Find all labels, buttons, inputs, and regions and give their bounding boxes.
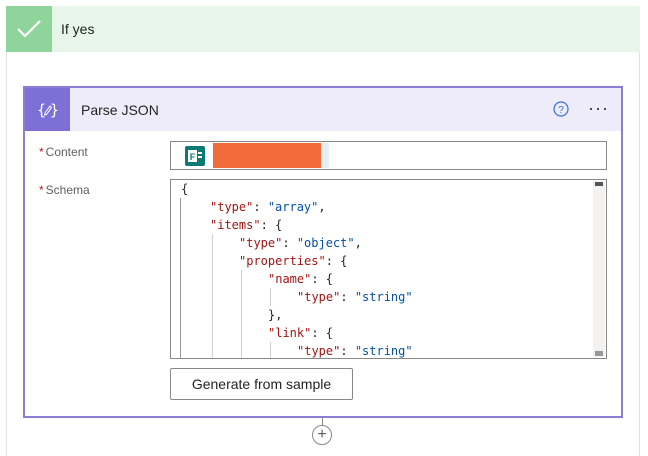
branch-label: If yes: [61, 21, 95, 37]
code-token: "object": [296, 236, 355, 250]
svg-text:}: }: [50, 101, 59, 119]
code-token: "type": [239, 236, 283, 250]
indent-guide: [212, 306, 213, 324]
redacted-token[interactable]: [213, 143, 321, 168]
code-line[interactable]: "properties": {: [171, 252, 413, 270]
code-text: "type": "object",: [239, 236, 362, 250]
schema-editor[interactable]: {"type": "array", "items": {"type": "obje…: [170, 179, 607, 359]
schema-label-text: Schema: [45, 183, 90, 197]
scrollbar-resize-handle[interactable]: [595, 351, 603, 356]
code-token: "type": [210, 200, 254, 214]
code-text: "link": {: [268, 326, 333, 340]
code-token: "string": [354, 290, 413, 304]
code-text: "type": "string": [297, 290, 413, 304]
required-mark: *: [39, 145, 44, 159]
indent-guide: [270, 288, 271, 306]
indent-guide: [212, 324, 213, 342]
code-token: },: [268, 308, 283, 322]
required-mark: *: [39, 183, 44, 197]
check-icon: [6, 6, 52, 52]
indent-guide: [212, 252, 213, 270]
indent-guide: [241, 306, 242, 324]
code-token: {: [181, 182, 189, 196]
code-token: "string": [354, 344, 413, 358]
code-token: "items": [210, 218, 261, 232]
content-label-text: Content: [45, 145, 88, 159]
indent-guide: [212, 270, 213, 288]
add-step-icon[interactable]: +: [312, 425, 332, 445]
code-line[interactable]: "type": "string": [171, 342, 413, 358]
code-token: : {: [311, 326, 334, 340]
code-token: : {: [325, 254, 348, 268]
indent-guide: [241, 270, 242, 288]
code-token: : {: [260, 218, 283, 232]
code-token: :: [340, 290, 355, 304]
indent-guide: [212, 234, 213, 252]
code-token: ,: [354, 236, 362, 250]
code-token: : {: [311, 272, 334, 286]
code-text: "type": "array",: [210, 200, 326, 214]
code-line[interactable]: "type": "string": [171, 288, 413, 306]
scrollbar-thumb[interactable]: [595, 182, 603, 186]
code-token: "type": [297, 290, 341, 304]
indent-guide: [241, 324, 242, 342]
svg-text:F: F: [190, 152, 196, 162]
indent-guide: [212, 288, 213, 306]
code-line[interactable]: {: [171, 180, 413, 198]
code-line[interactable]: "name": {: [171, 270, 413, 288]
indent-guide: [270, 342, 271, 358]
code-line[interactable]: "type": "array",: [171, 198, 413, 216]
code-text: {: [181, 182, 188, 196]
code-text: "type": "string": [297, 344, 413, 358]
code-line[interactable]: "link": {: [171, 324, 413, 342]
code-token: "link": [268, 326, 312, 340]
more-options-icon[interactable]: ···: [588, 99, 609, 117]
token-tail: [321, 143, 329, 168]
code-token: "array": [267, 200, 319, 214]
parse-json-card: { } Parse JSON ? ··· * Content F * Schem…: [23, 86, 623, 418]
code-token: :: [340, 344, 355, 358]
indent-guide: [241, 288, 242, 306]
code-text: "name": {: [268, 272, 333, 286]
braces-pencil-icon: { }: [25, 88, 70, 131]
code-line[interactable]: },: [171, 306, 413, 324]
code-line[interactable]: "items": {: [171, 216, 413, 234]
editor-scrollbar[interactable]: [593, 181, 605, 357]
code-token: :: [282, 236, 297, 250]
schema-code[interactable]: {"type": "array", "items": {"type": "obje…: [171, 180, 413, 358]
content-input[interactable]: F: [170, 141, 607, 170]
generate-from-sample-button[interactable]: Generate from sample: [170, 368, 353, 400]
card-title: Parse JSON: [81, 101, 159, 118]
schema-label: * Schema: [39, 183, 90, 197]
content-label: * Content: [39, 145, 88, 159]
help-icon[interactable]: ?: [553, 101, 569, 117]
card-header[interactable]: { } Parse JSON ? ···: [25, 88, 621, 131]
code-token: "type": [297, 344, 341, 358]
code-token: "name": [268, 272, 312, 286]
svg-text:?: ?: [558, 105, 564, 116]
indent-guide: [212, 342, 213, 358]
code-text: "items": {: [210, 218, 282, 232]
code-text: },: [268, 308, 282, 322]
forms-icon[interactable]: F: [185, 146, 205, 166]
code-token: "properties": [239, 254, 326, 268]
code-token: ,: [318, 200, 326, 214]
code-line[interactable]: "type": "object",: [171, 234, 413, 252]
if-yes-branch-header[interactable]: If yes: [6, 6, 640, 52]
code-text: "properties": {: [239, 254, 347, 268]
code-token: :: [253, 200, 268, 214]
svg-text:{: {: [37, 101, 46, 119]
indent-guide: [241, 342, 242, 358]
